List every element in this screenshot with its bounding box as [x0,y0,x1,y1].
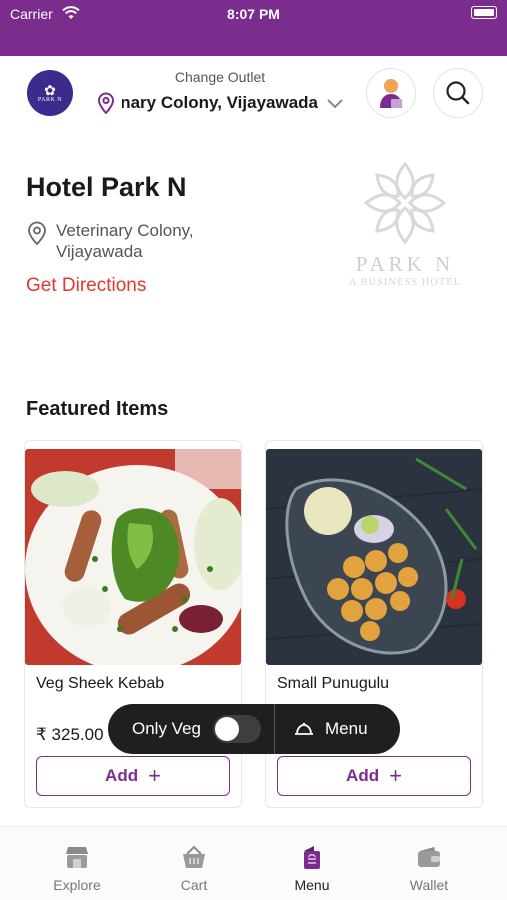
battery-icon [471,6,497,19]
tab-cart[interactable]: Cart [139,845,249,893]
menu-book-icon [304,846,320,869]
featured-items-title: Featured Items [26,398,169,420]
small-punugulu-image [266,449,482,665]
lotus-icon: ✿ [44,82,56,98]
outlet-name: Veterinary Colony, Vijayawada [122,93,318,112]
store-icon [66,847,88,868]
change-outlet-label[interactable]: Change Outlet [120,69,320,85]
tab-menu[interactable]: Menu [257,845,367,893]
tab-label: Explore [53,877,101,893]
only-veg-label: Only Veg [132,719,201,738]
basket-icon [183,845,205,868]
tab-label: Wallet [409,877,449,893]
add-to-cart-button[interactable]: Add + [36,756,230,796]
menu-button[interactable]: Menu [325,719,368,739]
tab-explore[interactable]: Explore [22,845,132,893]
only-veg-toggle[interactable] [213,715,261,743]
add-button-label: Add [346,766,380,785]
search-icon [446,81,470,105]
address-line-1: Veterinary Colony, [56,221,194,240]
top-bar: ✿ PARK N Change Outlet Veterinary Colony… [0,56,507,136]
floating-filter-bar: Only Veg Menu [108,704,400,754]
address-pin-icon [28,221,46,245]
outlet-selector[interactable]: Veterinary Colony, Vijayawada [96,90,346,116]
tab-label: Menu [294,877,330,893]
tab-label: Cart [180,877,208,893]
status-bar: Carrier 8:07 PM [0,0,507,56]
address-line-2: Vijayawada [56,242,143,261]
add-button-label: Add [105,766,139,785]
logo-text: PARK N [37,97,63,103]
get-directions-link[interactable]: Get Directions [26,275,146,297]
cloche-icon [295,722,313,735]
divider [274,704,275,754]
add-to-cart-button[interactable]: Add + [277,756,471,796]
lotus-watermark-icon [363,161,447,245]
item-price: ₹ 325.00 [36,725,104,744]
bottom-tab-bar: Explore Cart Menu Wallet [0,826,507,900]
plus-icon: + [148,763,161,788]
clock: 8:07 PM [227,6,280,22]
user-avatar-icon [380,79,402,108]
search-button[interactable] [433,68,483,118]
hotel-name: Hotel Park N [26,172,187,202]
item-name: Small Punugulu [277,675,390,692]
toggle-knob [215,717,239,741]
veg-sheek-kebab-image [25,449,241,665]
hotel-watermark-logo: PARK N A BUSINESS HOTEL [340,158,470,303]
watermark-name: PARK N [355,252,455,276]
chevron-down-icon [327,99,343,109]
location-pin-icon [97,92,115,114]
profile-button[interactable] [366,68,416,118]
watermark-tagline: A BUSINESS HOTEL [348,277,462,288]
tab-wallet[interactable]: Wallet [374,845,484,893]
hotel-logo[interactable]: ✿ PARK N [27,70,73,116]
item-name: Veg Sheek Kebab [36,675,165,692]
plus-icon: + [389,763,402,788]
wallet-icon [418,847,440,867]
